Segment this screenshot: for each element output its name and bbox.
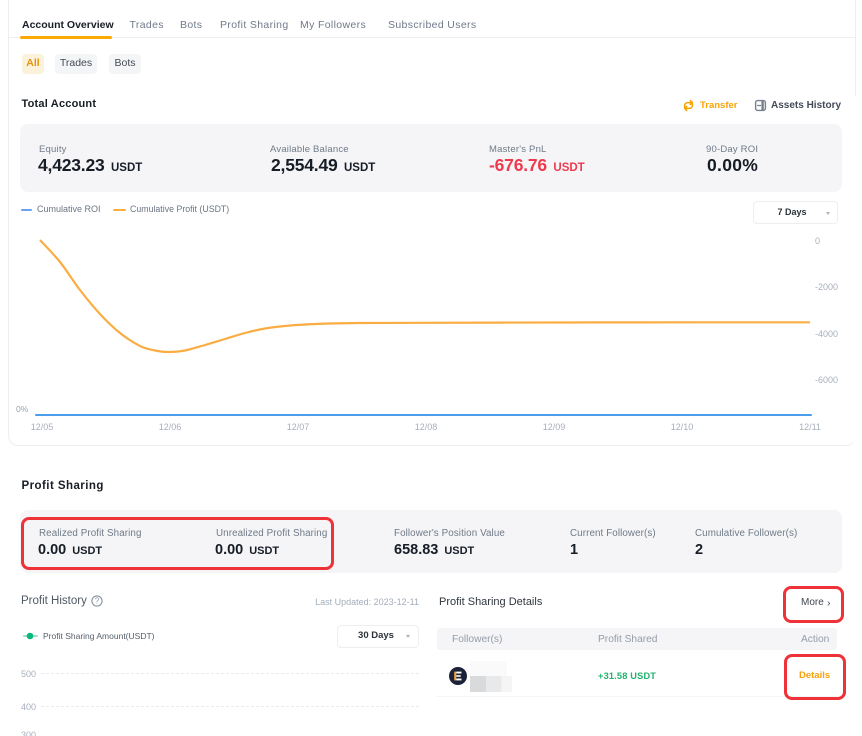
svg-text:?: ? — [94, 597, 99, 606]
